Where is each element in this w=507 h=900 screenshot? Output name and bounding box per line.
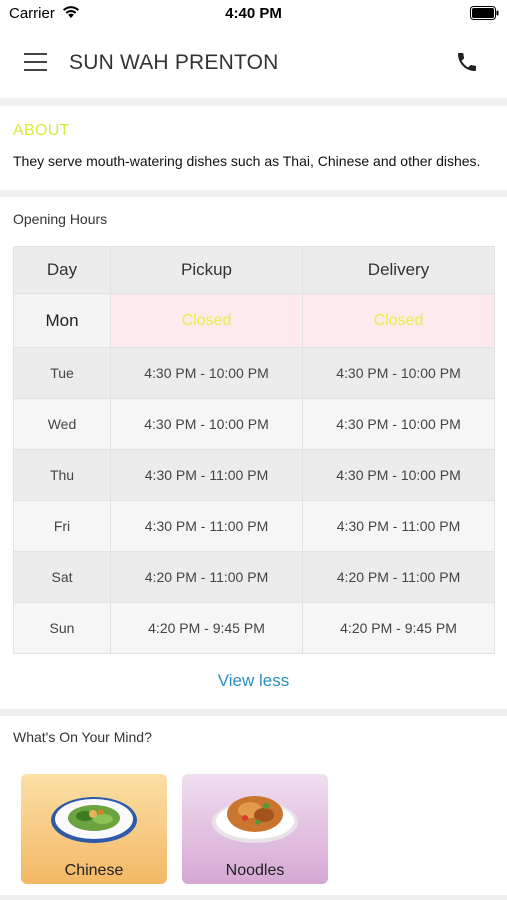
table-row: Thu 4:30 PM - 11:00 PM 4:30 PM - 10:00 P… (13, 449, 495, 501)
column-header-pickup: Pickup (110, 246, 303, 294)
day-cell: Wed (13, 398, 111, 450)
app-header: SUN WAH PRENTON (0, 28, 507, 98)
about-heading: ABOUT (13, 122, 70, 139)
pickup-cell: 4:30 PM - 11:00 PM (110, 449, 303, 501)
divider (0, 98, 507, 106)
noodles-dish-icon (212, 796, 298, 843)
day-cell: Mon (13, 293, 111, 348)
delivery-cell: Closed (302, 293, 495, 348)
menu-icon[interactable] (24, 53, 47, 71)
opening-hours-heading: Opening Hours (13, 211, 108, 227)
chinese-dish-icon (51, 797, 137, 843)
pickup-cell: 4:30 PM - 11:00 PM (110, 500, 303, 552)
pickup-cell: 4:20 PM - 11:00 PM (110, 551, 303, 603)
status-bar: Carrier 4:40 PM (0, 0, 507, 28)
opening-hours-table: Day Pickup Delivery Mon Closed Closed Tu… (13, 246, 495, 654)
delivery-cell: 4:30 PM - 11:00 PM (302, 500, 495, 552)
delivery-cell: 4:20 PM - 11:00 PM (302, 551, 495, 603)
day-cell: Thu (13, 449, 111, 501)
clock: 4:40 PM (225, 5, 282, 22)
delivery-cell: 4:30 PM - 10:00 PM (302, 449, 495, 501)
day-cell: Fri (13, 500, 111, 552)
category-label: Noodles (225, 862, 285, 879)
delivery-cell: 4:20 PM - 9:45 PM (302, 602, 495, 654)
column-header-delivery: Delivery (302, 246, 495, 294)
about-description: They serve mouth-watering dishes such as… (13, 153, 481, 169)
divider (0, 895, 507, 900)
table-row: Wed 4:30 PM - 10:00 PM 4:30 PM - 10:00 P… (13, 398, 495, 450)
table-row: Sat 4:20 PM - 11:00 PM 4:20 PM - 11:00 P… (13, 551, 495, 603)
table-row: Fri 4:30 PM - 11:00 PM 4:30 PM - 11:00 P… (13, 500, 495, 552)
category-label: Chinese (64, 862, 124, 879)
pickup-cell: 4:30 PM - 10:00 PM (110, 398, 303, 450)
category-card-chinese[interactable]: Chinese (21, 774, 167, 884)
day-cell: Sat (13, 551, 111, 603)
delivery-cell: 4:30 PM - 10:00 PM (302, 347, 495, 399)
pickup-cell: Closed (110, 293, 303, 348)
whats-on-your-mind-heading: What's On Your Mind? (13, 729, 152, 745)
restaurant-title: SUN WAH PRENTON (69, 51, 279, 74)
day-cell: Tue (13, 347, 111, 399)
day-cell: Sun (13, 602, 111, 654)
delivery-cell: 4:30 PM - 10:00 PM (302, 398, 495, 450)
table-header-row: Day Pickup Delivery (13, 246, 495, 294)
pickup-cell: 4:30 PM - 10:00 PM (110, 347, 303, 399)
phone-icon[interactable] (455, 50, 479, 74)
column-header-day: Day (13, 246, 111, 294)
divider (0, 709, 507, 716)
battery-icon (470, 6, 499, 20)
category-card-noodles[interactable]: Noodles (182, 774, 328, 884)
view-less-link[interactable]: View less (0, 671, 507, 691)
pickup-cell: 4:20 PM - 9:45 PM (110, 602, 303, 654)
table-row: Mon Closed Closed (13, 293, 495, 348)
divider (0, 190, 507, 197)
table-row: Tue 4:30 PM - 10:00 PM 4:30 PM - 10:00 P… (13, 347, 495, 399)
table-row: Sun 4:20 PM - 9:45 PM 4:20 PM - 9:45 PM (13, 602, 495, 654)
